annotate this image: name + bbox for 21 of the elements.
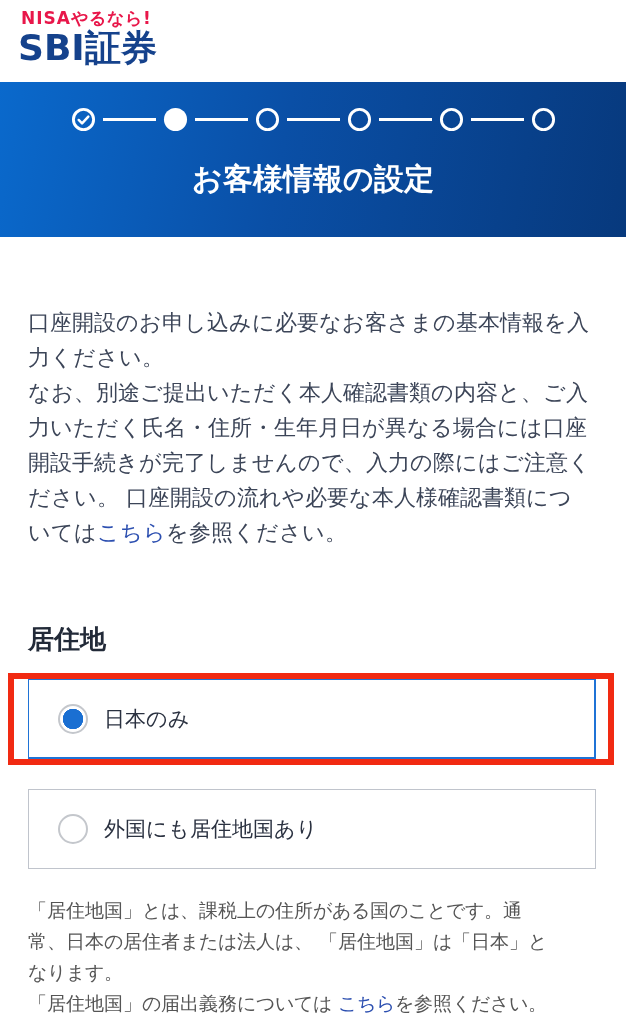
step-connector bbox=[102, 118, 156, 121]
step-connector bbox=[378, 118, 432, 121]
step-connector bbox=[470, 118, 524, 121]
logo[interactable]: SBI証券 bbox=[18, 28, 157, 68]
note-paragraph: 「居住地国」とは、課税上の住所がある国のことです。通常、日本の居住者または法人は、 「居住地国」は「日本」となります。 bbox=[28, 899, 548, 985]
radio-button[interactable] bbox=[58, 814, 88, 844]
note-paragraph: 「居住地国」の届出義務については こちら を参照ください。 bbox=[28, 992, 548, 1016]
radio-option[interactable]: 日本のみ bbox=[28, 679, 596, 759]
link[interactable]: こちら bbox=[97, 520, 166, 545]
link[interactable]: こちら bbox=[337, 993, 395, 1014]
step-connector bbox=[194, 118, 248, 121]
logo-tagline: NISAやるなら! bbox=[21, 8, 152, 28]
radio-option[interactable]: 外国にも居住地国あり bbox=[28, 789, 596, 869]
option-label: 日本のみ bbox=[104, 705, 190, 733]
page-title: お客様情報の設定 bbox=[192, 160, 434, 198]
option-label: 外国にも居住地国あり bbox=[104, 816, 318, 843]
intro-paragraph: なお、別途ご提出いただく本人確認書類の内容と、ご入力いただく氏名・住所・生年月日が異なる場合には口座開設手続きが完了しませんので、入力の際にはご注意ください。 口座開設の流れや必要な本人様確認書類については こちら を参照ください。 bbox=[28, 379, 592, 547]
radio-button[interactable] bbox=[58, 703, 88, 734]
section-heading: 居住地 bbox=[28, 623, 107, 656]
step-connector bbox=[286, 118, 340, 121]
intro-paragraph: 口座開設のお申し込みに必要なお客さまの基本情報を入力ください。 bbox=[28, 309, 590, 372]
